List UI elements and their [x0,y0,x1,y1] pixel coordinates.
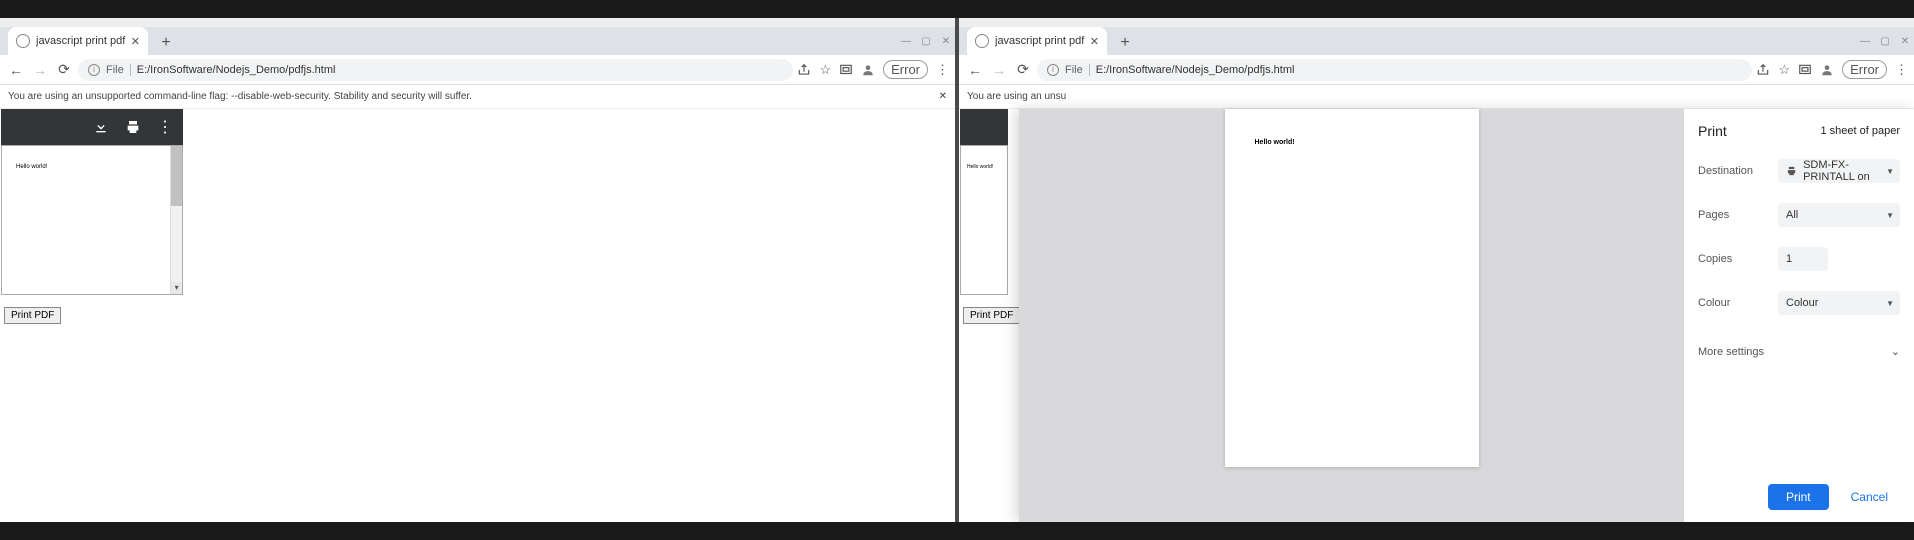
more-settings-toggle[interactable]: More settings ⌄ [1698,339,1900,364]
colour-label: Colour [1698,297,1778,309]
destination-select[interactable]: SDM-FX-PRINTALL on ▼ [1778,159,1900,183]
destination-value: SDM-FX-PRINTALL on [1803,159,1892,183]
print-title: Print [1698,123,1727,139]
maximize-icon[interactable]: ▢ [917,32,935,50]
tab-title: javascript print pdf [36,35,131,47]
devices-icon[interactable] [839,63,853,77]
info-icon[interactable]: i [1047,64,1059,76]
pdf-text: Hello world! [16,164,47,170]
download-icon[interactable] [93,119,109,135]
copies-input[interactable]: 1 [1778,247,1828,271]
new-tab-button[interactable]: + [1113,31,1137,55]
close-icon[interactable]: ✕ [939,91,947,102]
favicon-icon [975,34,989,48]
pdf-viewer: Hello world! [960,109,1008,295]
new-tab-button[interactable]: + [154,31,178,55]
print-settings-pane: ✕ Print 1 sheet of paper Destination SDM… [1684,109,1914,522]
pages-select[interactable]: All ▼ [1778,203,1900,227]
url-path: E:/IronSoftware/Nodejs_Demo/pdfjs.html [137,64,336,76]
tab-active[interactable]: javascript print pdf ✕ [8,27,148,55]
print-dialog: Hello world! ✕ Print 1 sheet of paper De… [1019,109,1914,522]
warning-text: You are using an unsupported command-lin… [8,91,472,102]
more-icon[interactable]: ⋮ [936,62,949,78]
tab-strip: javascript print pdf ✕ + — ▢ ✕ [0,27,955,55]
star-icon[interactable]: ☆ [1778,62,1790,78]
star-icon[interactable]: ☆ [819,62,831,78]
printer-icon [1786,164,1797,178]
url-scheme: File [1065,64,1090,76]
page-content: ⋮ Hello world! ▾ Print PDF [0,109,955,522]
close-icon[interactable]: ✕ [1090,35,1099,48]
pdf-page: Hello world! [2,146,170,294]
address-bar: ← → ⟳ i File E:/IronSoftware/Nodejs_Demo… [0,55,955,85]
warning-bar: You are using an unsupported command-lin… [0,85,955,109]
chevron-down-icon: ▼ [1886,299,1894,308]
reload-icon[interactable]: ⟳ [1013,61,1033,78]
close-icon[interactable]: ✕ [131,35,140,48]
pdf-page: Hello world! [961,146,1007,294]
browser-window-right: javascript print pdf ✕ + — ▢ ✕ ← → ⟳ i F… [959,18,1914,522]
print-pdf-button[interactable]: Print PDF [4,307,61,324]
profile-icon[interactable] [1820,63,1834,77]
url-field[interactable]: i File E:/IronSoftware/Nodejs_Demo/pdfjs… [78,59,793,81]
url-path: E:/IronSoftware/Nodejs_Demo/pdfjs.html [1096,64,1295,76]
pages-value: All [1786,209,1798,221]
more-icon[interactable]: ⋮ [157,117,173,137]
back-icon[interactable]: ← [965,62,985,78]
print-icon[interactable] [125,119,141,135]
share-icon[interactable] [1756,63,1770,77]
error-chip[interactable]: Error [1842,60,1887,79]
print-preview-pane: Hello world! [1019,109,1684,522]
colour-value: Colour [1786,297,1818,309]
share-icon[interactable] [797,63,811,77]
preview-sheet: Hello world! [1225,109,1479,467]
scroll-down-icon[interactable]: ▾ [171,282,182,294]
destination-label: Destination [1698,165,1778,177]
minimize-icon[interactable]: — [1856,32,1874,50]
more-icon[interactable]: ⋮ [1895,62,1908,78]
close-window-icon[interactable]: ✕ [937,32,955,50]
page-content: Hello world! Print PDF Hello world! ✕ [959,109,1914,522]
chevron-down-icon: ⌄ [1891,345,1900,358]
preview-text: Hello world! [1255,139,1295,146]
colour-select[interactable]: Colour ▼ [1778,291,1900,315]
favicon-icon [16,34,30,48]
pdf-toolbar [960,109,1008,145]
error-chip[interactable]: Error [883,60,928,79]
url-scheme: File [106,64,131,76]
print-pdf-button[interactable]: Print PDF [963,307,1020,324]
forward-icon[interactable]: → [30,62,50,78]
info-icon[interactable]: i [88,64,100,76]
pages-label: Pages [1698,209,1778,221]
warning-text: You are using an unsu [967,91,1066,102]
reload-icon[interactable]: ⟳ [54,61,74,78]
maximize-icon[interactable]: ▢ [1876,32,1894,50]
print-button[interactable]: Print [1768,484,1829,510]
tab-strip: javascript print pdf ✕ + — ▢ ✕ [959,27,1914,55]
address-bar: ← → ⟳ i File E:/IronSoftware/Nodejs_Demo… [959,55,1914,85]
pdf-viewer: ⋮ Hello world! ▾ [1,109,183,295]
copies-label: Copies [1698,253,1778,265]
scroll-thumb[interactable] [171,146,182,206]
chevron-down-icon: ▼ [1886,167,1894,176]
forward-icon[interactable]: → [989,62,1009,78]
warning-bar: You are using an unsu [959,85,1914,109]
back-icon[interactable]: ← [6,62,26,78]
pdf-text: Hello world! [967,164,993,170]
close-window-icon[interactable]: ✕ [1896,32,1914,50]
minimize-icon[interactable]: — [897,32,915,50]
scrollbar[interactable]: ▾ [170,146,182,294]
more-settings-label: More settings [1698,346,1764,358]
tab-active[interactable]: javascript print pdf ✕ [967,27,1107,55]
pdf-toolbar: ⋮ [1,109,183,145]
chevron-down-icon: ▼ [1886,211,1894,220]
copies-value: 1 [1786,253,1792,265]
profile-icon[interactable] [861,63,875,77]
tab-title: javascript print pdf [995,35,1090,47]
url-field[interactable]: i File E:/IronSoftware/Nodejs_Demo/pdfjs… [1037,59,1752,81]
browser-window-left: javascript print pdf ✕ + — ▢ ✕ ← → ⟳ i F… [0,18,955,522]
sheet-count: 1 sheet of paper [1820,125,1900,137]
cancel-button[interactable]: Cancel [1839,484,1900,510]
devices-icon[interactable] [1798,63,1812,77]
